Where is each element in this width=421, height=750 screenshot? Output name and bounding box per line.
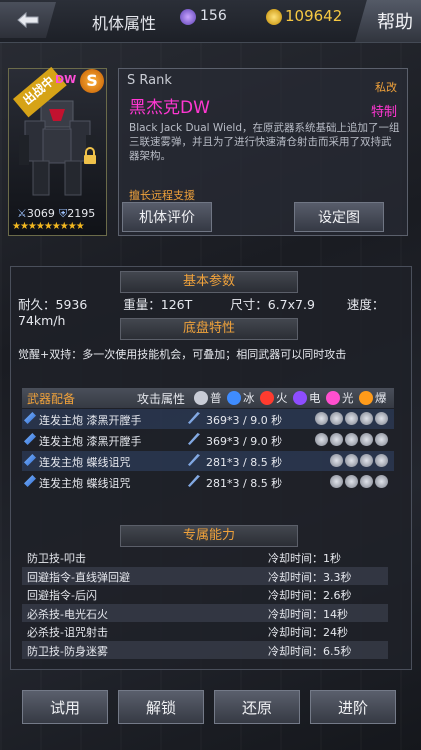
defense-stat: ⛨2195 bbox=[59, 207, 96, 220]
chassis-description: 觉醒+双持：多一次使用技能机会，可叠加；相同武器可以同时攻击 bbox=[18, 348, 347, 361]
coin-count: 109642 bbox=[285, 7, 343, 25]
element-slots bbox=[315, 433, 388, 446]
weapon-icon bbox=[24, 475, 36, 487]
size-value: 尺寸：6.7x7.9 bbox=[230, 297, 315, 312]
power-stat: ⚔3069 bbox=[17, 207, 55, 220]
chassis-title: 底盘特性 bbox=[120, 318, 298, 340]
weapon-icon bbox=[24, 412, 36, 424]
gem-icon bbox=[180, 9, 196, 25]
advance-button[interactable]: 进阶 bbox=[310, 690, 396, 724]
attack-attr-label: 攻击属性 bbox=[137, 391, 186, 406]
gem-count: 156 bbox=[200, 8, 227, 24]
exclusive-list: 防卫技-叩击 冷却时间：1秒 回避指令-直线弹回避 冷却时间：3.3秒 回避指令-后… bbox=[22, 548, 388, 659]
top-bar: 机体属性 156 109642 帮助 bbox=[0, 0, 421, 43]
back-button[interactable] bbox=[0, 2, 56, 38]
element-light: 光 bbox=[326, 390, 354, 406]
weapons-table: 武器配备 攻击属性 普 冰 火 电 光 爆 连发主炮 漆黑开膛手 369*3 /… bbox=[22, 388, 394, 492]
mech-evaluation-button[interactable]: 机体评价 bbox=[122, 202, 212, 232]
star-rating: ★★★★★★★★★ bbox=[12, 221, 85, 232]
fire-element-icon bbox=[260, 391, 274, 405]
weapon-icon bbox=[24, 454, 36, 466]
element-slots bbox=[315, 412, 388, 425]
ability-row[interactable]: 防卫技-防身迷雾 冷却时间：6.5秒 bbox=[22, 640, 388, 659]
back-arrow-icon bbox=[17, 11, 39, 29]
explosive-element-icon bbox=[359, 391, 373, 405]
normal-element-icon bbox=[194, 391, 208, 405]
electric-element-icon bbox=[293, 391, 307, 405]
weapons-header: 武器配备 攻击属性 普 冰 火 电 光 爆 bbox=[22, 388, 394, 408]
weapon-row[interactable]: 连发主炮 蝶线诅咒 281*3 / 8.5 秒 bbox=[22, 451, 394, 471]
mech-short-name: DW bbox=[55, 73, 77, 86]
element-slots bbox=[330, 475, 388, 488]
element-normal: 普 bbox=[194, 390, 222, 406]
ability-row[interactable]: 防卫技-叩击 冷却时间：1秒 bbox=[22, 548, 388, 567]
attack-icon bbox=[188, 475, 200, 487]
shield-icon: ⛨ bbox=[59, 207, 68, 220]
specialty-label: 擅长远程支援 bbox=[129, 189, 195, 202]
basic-params-title: 基本参数 bbox=[120, 271, 298, 293]
ability-row[interactable]: 必杀技-电光石火 冷却时间：14秒 bbox=[22, 603, 388, 622]
weapons-label: 武器配备 bbox=[27, 391, 76, 406]
coin-icon bbox=[266, 9, 282, 25]
modified-tag: 私改 bbox=[375, 81, 397, 94]
attack-icon bbox=[188, 454, 200, 466]
help-button[interactable]: 帮助 bbox=[355, 0, 421, 42]
ability-row[interactable]: 回避指令-直线弹回避 冷却时间：3.3秒 bbox=[22, 566, 388, 585]
rank-label: S Rank bbox=[127, 73, 172, 88]
lock-icon bbox=[84, 147, 96, 164]
restore-button[interactable]: 还原 bbox=[214, 690, 300, 724]
weapon-row[interactable]: 连发主炮 蝶线诅咒 281*3 / 8.5 秒 bbox=[22, 472, 394, 492]
durability-value: 耐久：5936 bbox=[18, 297, 88, 312]
element-slots bbox=[330, 454, 388, 467]
ability-row[interactable]: 回避指令-后闪 冷却时间：2.6秒 bbox=[22, 585, 388, 604]
exclusive-title: 专属能力 bbox=[120, 525, 298, 547]
attack-icon bbox=[188, 412, 200, 424]
ability-row[interactable]: 必杀技-诅咒射击 冷却时间：24秒 bbox=[22, 622, 388, 641]
special-tag: 特制 bbox=[370, 105, 397, 120]
mech-name: 黑杰克DW bbox=[129, 98, 210, 118]
attack-icon bbox=[188, 433, 200, 445]
mech-card[interactable]: 出战中 DW S ⚔3069 ⛨2195 ★★★★★★★★★ bbox=[8, 66, 107, 236]
ice-element-icon bbox=[227, 391, 241, 405]
weapon-row[interactable]: 连发主炮 漆黑开膛手 369*3 / 9.0 秒 bbox=[22, 409, 394, 429]
element-ice: 冰 bbox=[227, 390, 255, 406]
concept-art-button[interactable]: 设定图 bbox=[294, 202, 384, 232]
sword-icon: ⚔ bbox=[17, 207, 27, 220]
element-explosive: 爆 bbox=[359, 390, 387, 406]
page-title: 机体属性 bbox=[92, 14, 157, 33]
element-electric: 电 bbox=[293, 390, 321, 406]
mech-description: Black Jack Dual Wield，在原武器系统基础上追加了一组三联速雾… bbox=[129, 122, 400, 162]
element-fire: 火 bbox=[260, 390, 288, 406]
weapon-row[interactable]: 连发主炮 漆黑开膛手 369*3 / 9.0 秒 bbox=[22, 430, 394, 450]
unlock-button[interactable]: 解锁 bbox=[118, 690, 204, 724]
weight-value: 重量：126T bbox=[123, 297, 193, 312]
trial-button[interactable]: 试用 bbox=[22, 690, 108, 724]
light-element-icon bbox=[326, 391, 340, 405]
rank-badge: S bbox=[80, 69, 104, 93]
weapon-icon bbox=[24, 433, 36, 445]
